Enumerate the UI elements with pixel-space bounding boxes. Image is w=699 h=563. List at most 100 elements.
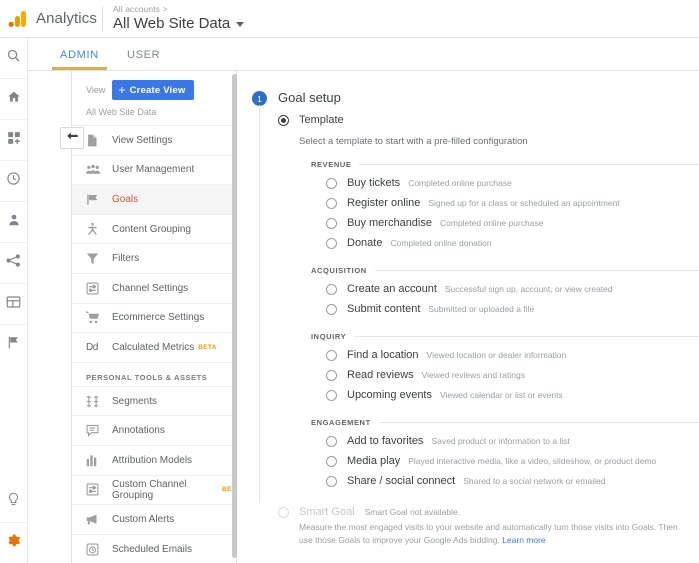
gear-icon — [6, 533, 21, 553]
option-radio[interactable] — [326, 349, 337, 361]
template-option-submit-content[interactable]: Submit content Submitted or uploaded a f… — [311, 299, 699, 319]
sidebar-item-scheduled-emails[interactable]: Scheduled Emails — [72, 535, 236, 563]
sidebar-item-behavior[interactable] — [0, 284, 27, 325]
header-divider — [102, 5, 103, 32]
content-grouping-icon — [86, 222, 103, 236]
option-radio[interactable] — [326, 389, 337, 401]
option-radio[interactable] — [326, 455, 337, 467]
sidebar-item-calculated-metrics[interactable]: Dd Calculated Metrics BETA — [72, 333, 236, 363]
account-selector[interactable]: All accounts > All Web Site Data — [113, 4, 245, 33]
channel-settings-icon — [86, 282, 103, 295]
template-option-donate[interactable]: Donate Completed online donation — [311, 233, 699, 253]
sidebar-item-admin[interactable] — [0, 523, 27, 563]
sidebar-item-view-settings[interactable]: View Settings — [72, 126, 236, 156]
top-header: Analytics All accounts > All Web Site Da… — [0, 0, 699, 38]
sidebar-item-custom-channel-grouping[interactable]: Custom Channel Grouping BET — [72, 476, 236, 506]
template-option-media-play[interactable]: Media play Played interactive media, lik… — [311, 451, 699, 471]
smart-goal-block: Smart Goal Smart Goal not available. Mea… — [278, 506, 699, 547]
search-icon-button[interactable] — [0, 38, 27, 79]
option-radio[interactable] — [326, 369, 337, 381]
goal-setup-body: Template Select a template to start with… — [238, 106, 699, 563]
sidebar-item-audience[interactable] — [0, 202, 27, 243]
smart-goal-note: Smart Goal not available. — [364, 507, 461, 517]
option-radio[interactable] — [326, 435, 337, 447]
megaphone-icon — [86, 513, 103, 526]
sidebar-item-custom-alerts[interactable]: Custom Alerts — [72, 505, 236, 535]
goal-setup-panel: 1 Goal setup Template Select a template … — [238, 71, 699, 563]
template-option-register-online[interactable]: Register online Signed up for a class or… — [311, 193, 699, 213]
sidebar-scrollbar[interactable] — [232, 74, 237, 558]
option-desc: Completed online purchase — [440, 218, 544, 228]
sidebar-item-discover[interactable] — [0, 482, 27, 523]
realtime-clock-icon — [6, 171, 21, 191]
learn-more-link[interactable]: Learn more — [502, 535, 545, 545]
template-group-inquiry: INQUIRY Find a location Viewed location … — [311, 332, 699, 405]
option-desc: Shared to a social network or emailed — [463, 476, 606, 486]
chevron-down-icon[interactable] — [236, 21, 245, 27]
sidebar-item-filters[interactable]: Filters — [72, 244, 236, 274]
option-label: Find a location — [347, 349, 419, 361]
option-label: Media play — [347, 455, 401, 467]
option-label: Buy tickets — [347, 177, 401, 189]
option-desc: Viewed location or dealer information — [426, 350, 567, 360]
template-option-upcoming-events[interactable]: Upcoming events Viewed calendar or list … — [311, 385, 699, 405]
sidebar-item-annotations[interactable]: Annotations — [72, 416, 236, 446]
segments-icon — [86, 395, 103, 408]
smart-goal-label: Smart Goal — [299, 506, 355, 518]
sidebar-item-label: Goals — [112, 193, 139, 205]
sidebar-item-label: Segments — [112, 395, 158, 407]
option-radio[interactable] — [326, 283, 337, 295]
sidebar-item-segments[interactable]: Segments — [72, 387, 236, 417]
template-radio-row[interactable]: Template — [278, 114, 699, 126]
template-option-create-an-account[interactable]: Create an account Successful sign up, ac… — [311, 279, 699, 299]
sidebar-item-ecommerce-settings[interactable]: Ecommerce Settings BETA — [72, 304, 236, 334]
option-label: Create an account — [347, 283, 437, 295]
smart-goal-row: Smart Goal Smart Goal not available. — [278, 506, 699, 518]
plus-icon: + — [118, 83, 126, 97]
option-label: Share / social connect — [347, 475, 456, 487]
template-option-share-social-connect[interactable]: Share / social connect Shared to a socia… — [311, 471, 699, 491]
dd-icon: Dd — [86, 341, 98, 353]
template-radio[interactable] — [278, 114, 289, 126]
sidebar-item-user-management[interactable]: User Management — [72, 156, 236, 186]
group-rule — [374, 270, 699, 271]
sidebar-item-content-grouping[interactable]: Content Grouping — [72, 215, 236, 245]
sidebar-item-goals[interactable]: Goals — [72, 185, 236, 215]
view-label: View — [86, 85, 106, 95]
tab-admin[interactable]: ADMIN — [46, 49, 113, 70]
group-rule — [359, 164, 699, 165]
template-option-buy-tickets[interactable]: Buy tickets Completed online purchase — [311, 173, 699, 193]
step-badge: 1 — [252, 91, 267, 106]
template-option-add-to-favorites[interactable]: Add to favorites Saved product or inform… — [311, 431, 699, 451]
option-radio[interactable] — [326, 475, 337, 487]
conversions-flag-icon — [7, 335, 21, 355]
brand-block[interactable]: Analytics — [0, 9, 100, 29]
sidebar-item-label: Attribution Models — [112, 454, 193, 466]
sidebar-item-acquisition[interactable] — [0, 243, 27, 284]
template-option-buy-merchandise[interactable]: Buy merchandise Completed online purchas… — [311, 213, 699, 233]
option-label: Donate — [347, 237, 383, 249]
option-radio[interactable] — [326, 217, 337, 229]
sidebar-item-label: Annotations — [112, 425, 165, 437]
sidebar-item-realtime[interactable] — [0, 161, 27, 202]
sidebar-item-customization[interactable] — [0, 120, 27, 161]
sidebar-item-channel-settings[interactable]: Channel Settings — [72, 274, 236, 304]
sidebar-item-attribution-models[interactable]: Attribution Models — [72, 446, 236, 476]
sidebar-item-label: Custom Channel Grouping — [112, 478, 187, 501]
collapse-sidebar-button[interactable] — [60, 127, 84, 149]
option-radio[interactable] — [326, 177, 337, 189]
tab-user[interactable]: USER — [113, 49, 174, 70]
beta-badge: BETA — [198, 343, 217, 351]
property-title-row: All Web Site Data — [113, 15, 245, 33]
option-radio[interactable] — [326, 237, 337, 249]
option-radio[interactable] — [326, 303, 337, 315]
sidebar-item-conversions[interactable] — [0, 325, 27, 365]
group-rule — [378, 422, 699, 423]
scheduled-clock-icon — [86, 543, 103, 556]
template-option-read-reviews[interactable]: Read reviews Viewed reviews and ratings — [311, 365, 699, 385]
sidebar-item-label: Filters — [112, 253, 140, 265]
sidebar-item-home[interactable] — [0, 79, 27, 120]
template-option-find-a-location[interactable]: Find a location Viewed location or deale… — [311, 345, 699, 365]
option-radio[interactable] — [326, 197, 337, 209]
create-view-button[interactable]: + Create View — [112, 80, 195, 100]
